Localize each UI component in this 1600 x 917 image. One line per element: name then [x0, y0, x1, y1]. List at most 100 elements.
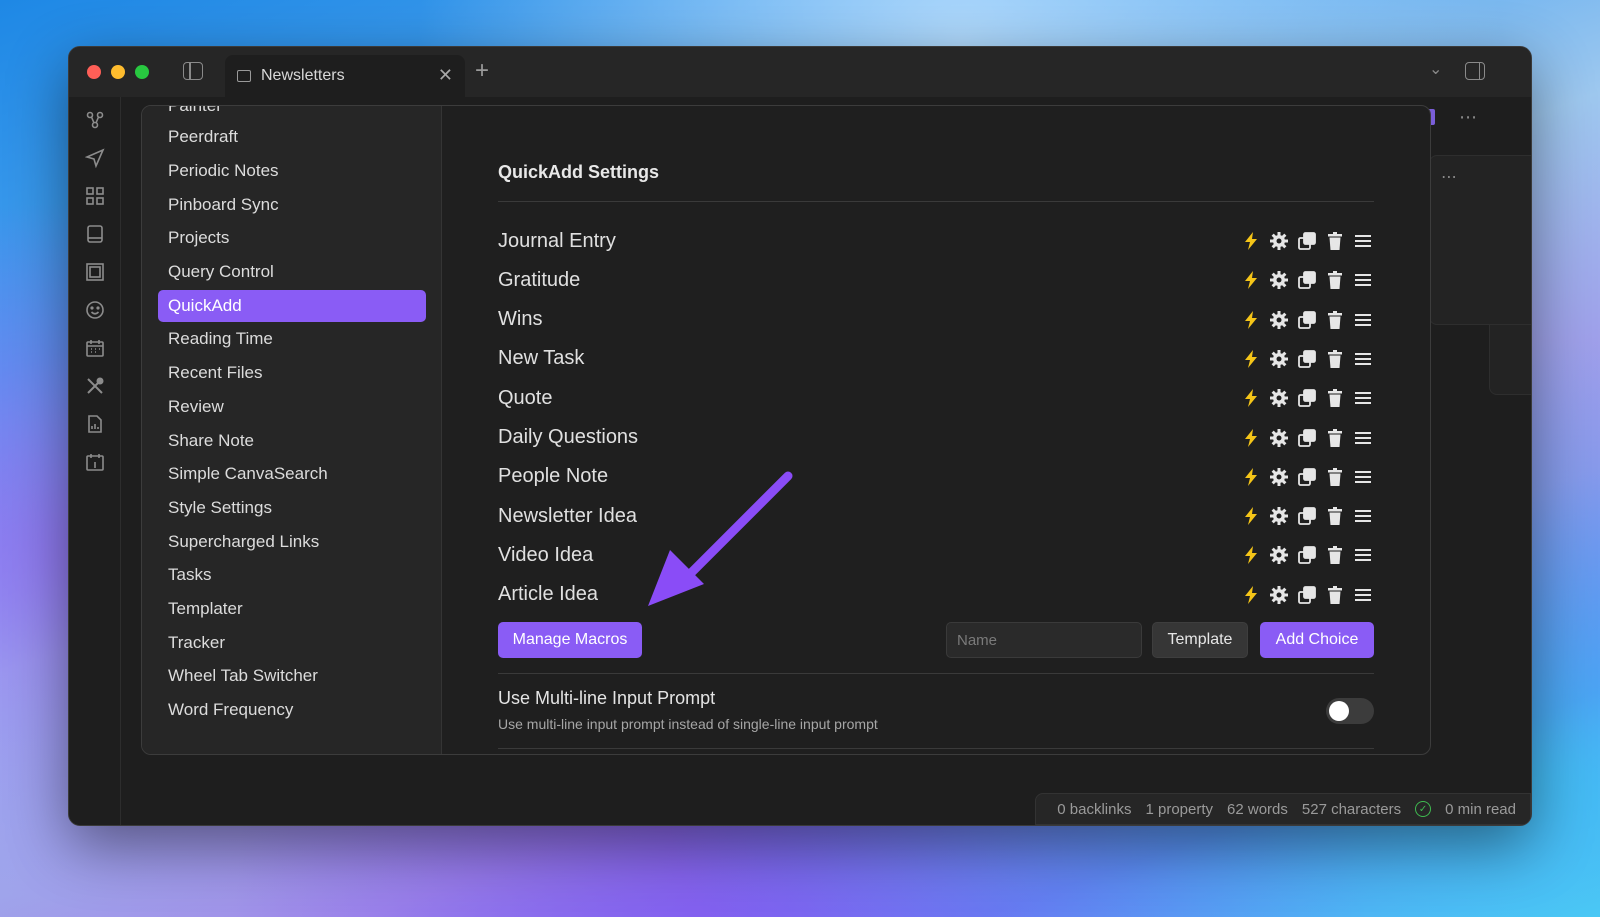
smiley-icon[interactable]	[84, 299, 106, 321]
zoom-window-button[interactable]	[135, 65, 149, 79]
run-choice-bolt-icon[interactable]	[1240, 584, 1262, 606]
left-sidebar-toggle-icon[interactable]	[183, 62, 203, 80]
sidebar-item-supercharged-links[interactable]: Supercharged Links	[158, 526, 426, 558]
duplicate-copy-icon[interactable]	[1296, 269, 1318, 291]
configure-gear-icon[interactable]	[1268, 269, 1290, 291]
delete-trash-icon[interactable]	[1324, 269, 1346, 291]
sidebar-item-quickadd[interactable]: QuickAdd	[158, 290, 426, 322]
choice-row: Wins	[498, 302, 1374, 338]
drag-handle-icon[interactable]	[1352, 466, 1374, 488]
daily-note-icon[interactable]	[84, 451, 106, 473]
configure-gear-icon[interactable]	[1268, 466, 1290, 488]
configure-gear-icon[interactable]	[1268, 387, 1290, 409]
send-icon[interactable]	[84, 147, 106, 169]
dashboard-icon[interactable]	[84, 185, 106, 207]
sidebar-item-word-frequency[interactable]: Word Frequency	[158, 694, 426, 726]
gallery-icon[interactable]	[84, 261, 106, 283]
drag-handle-icon[interactable]	[1352, 269, 1374, 291]
right-sidebar-toggle-icon[interactable]	[1465, 62, 1485, 80]
configure-gear-icon[interactable]	[1268, 427, 1290, 449]
run-choice-bolt-icon[interactable]	[1240, 466, 1262, 488]
run-choice-bolt-icon[interactable]	[1240, 544, 1262, 566]
duplicate-copy-icon[interactable]	[1296, 544, 1318, 566]
new-tab-icon[interactable]: +	[475, 57, 489, 85]
delete-trash-icon[interactable]	[1324, 544, 1346, 566]
book-icon[interactable]	[84, 223, 106, 245]
more-options-icon[interactable]: ⋯	[1441, 167, 1457, 187]
configure-gear-icon[interactable]	[1268, 348, 1290, 370]
sidebar-item-templater[interactable]: Templater	[158, 593, 426, 625]
duplicate-copy-icon[interactable]	[1296, 466, 1318, 488]
status-backlinks[interactable]: 0 backlinks	[1057, 801, 1131, 818]
run-choice-bolt-icon[interactable]	[1240, 230, 1262, 252]
duplicate-copy-icon[interactable]	[1296, 230, 1318, 252]
sidebar-item-tracker[interactable]: Tracker	[158, 627, 426, 659]
sidebar-item-query-control[interactable]: Query Control	[158, 256, 426, 288]
sidebar-item-peerdraft[interactable]: Peerdraft	[158, 121, 426, 153]
close-tab-icon[interactable]: ✕	[438, 65, 453, 86]
drag-handle-icon[interactable]	[1352, 387, 1374, 409]
delete-trash-icon[interactable]	[1324, 348, 1346, 370]
drag-handle-icon[interactable]	[1352, 348, 1374, 370]
sidebar-item-wheel-tab-switcher[interactable]: Wheel Tab Switcher	[158, 660, 426, 692]
run-choice-bolt-icon[interactable]	[1240, 387, 1262, 409]
duplicate-copy-icon[interactable]	[1296, 348, 1318, 370]
drag-handle-icon[interactable]	[1352, 230, 1374, 252]
drag-handle-icon[interactable]	[1352, 505, 1374, 527]
tab-list-chevron-icon[interactable]: ⌄	[1429, 59, 1442, 79]
sidebar-item-simple-canvasearch[interactable]: Simple CanvaSearch	[158, 458, 426, 490]
configure-gear-icon[interactable]	[1268, 309, 1290, 331]
sync-check-icon[interactable]: ✓	[1415, 801, 1432, 817]
delete-trash-icon[interactable]	[1324, 387, 1346, 409]
tab-newsletters[interactable]: Newsletters ✕	[225, 55, 465, 97]
delete-trash-icon[interactable]	[1324, 584, 1346, 606]
duplicate-copy-icon[interactable]	[1296, 387, 1318, 409]
divider	[498, 673, 1374, 674]
configure-gear-icon[interactable]	[1268, 505, 1290, 527]
sidebar-item-style-settings[interactable]: Style Settings	[158, 492, 426, 524]
sidebar-item-review[interactable]: Review	[158, 391, 426, 423]
sidebar-item-projects[interactable]: Projects	[158, 222, 426, 254]
duplicate-copy-icon[interactable]	[1296, 505, 1318, 527]
duplicate-copy-icon[interactable]	[1296, 309, 1318, 331]
more-options-icon[interactable]: ⋯	[1459, 107, 1478, 128]
sidebar-item-reading-time[interactable]: Reading Time	[158, 323, 426, 355]
calendar-icon[interactable]	[84, 337, 106, 359]
delete-trash-icon[interactable]	[1324, 427, 1346, 449]
multiline-toggle[interactable]	[1326, 698, 1374, 724]
drag-handle-icon[interactable]	[1352, 544, 1374, 566]
sidebar-item-pinboard-sync[interactable]: Pinboard Sync	[158, 189, 426, 221]
sidebar-item-painter[interactable]: Painter	[158, 106, 426, 122]
sidebar-item-tasks[interactable]: Tasks	[158, 559, 426, 591]
template-button[interactable]: Template	[1152, 622, 1248, 658]
manage-macros-button[interactable]: Manage Macros	[498, 622, 642, 658]
run-choice-bolt-icon[interactable]	[1240, 309, 1262, 331]
drag-handle-icon[interactable]	[1352, 584, 1374, 606]
drag-handle-icon[interactable]	[1352, 427, 1374, 449]
delete-trash-icon[interactable]	[1324, 505, 1346, 527]
add-choice-button[interactable]: Add Choice	[1260, 622, 1374, 658]
choice-row: Quote	[498, 380, 1374, 416]
sidebar-item-recent-files[interactable]: Recent Files	[158, 357, 426, 389]
duplicate-copy-icon[interactable]	[1296, 584, 1318, 606]
minimize-window-button[interactable]	[111, 65, 125, 79]
duplicate-copy-icon[interactable]	[1296, 427, 1318, 449]
drag-handle-icon[interactable]	[1352, 309, 1374, 331]
sidebar-item-periodic-notes[interactable]: Periodic Notes	[158, 155, 426, 187]
graph-icon[interactable]	[84, 109, 106, 131]
configure-gear-icon[interactable]	[1268, 544, 1290, 566]
run-choice-bolt-icon[interactable]	[1240, 505, 1262, 527]
delete-trash-icon[interactable]	[1324, 230, 1346, 252]
configure-gear-icon[interactable]	[1268, 230, 1290, 252]
sidebar-item-share-note[interactable]: Share Note	[158, 425, 426, 457]
run-choice-bolt-icon[interactable]	[1240, 348, 1262, 370]
delete-trash-icon[interactable]	[1324, 309, 1346, 331]
tools-icon[interactable]	[84, 375, 106, 397]
close-window-button[interactable]	[87, 65, 101, 79]
report-icon[interactable]	[84, 413, 106, 435]
delete-trash-icon[interactable]	[1324, 466, 1346, 488]
configure-gear-icon[interactable]	[1268, 584, 1290, 606]
choice-name-input[interactable]	[946, 622, 1142, 658]
run-choice-bolt-icon[interactable]	[1240, 269, 1262, 291]
run-choice-bolt-icon[interactable]	[1240, 427, 1262, 449]
